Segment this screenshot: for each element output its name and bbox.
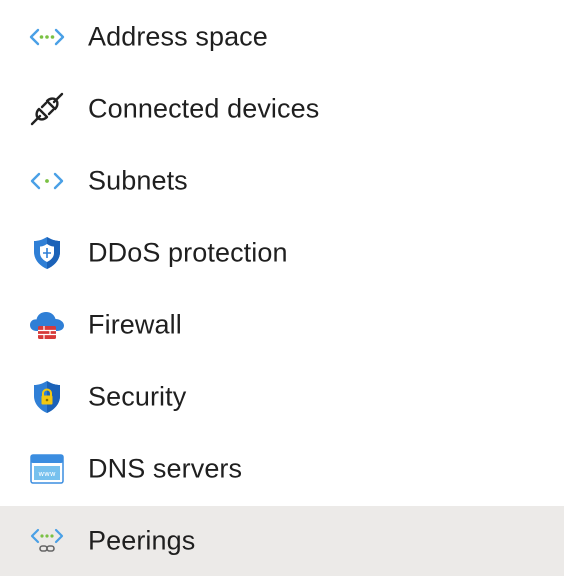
- ddos-shield-icon: [27, 233, 67, 273]
- menu-item-peerings[interactable]: Peerings: [0, 506, 564, 576]
- dns-servers-icon: www: [27, 449, 67, 489]
- menu-item-connected-devices[interactable]: Connected devices: [0, 74, 564, 144]
- security-shield-lock-icon: [27, 377, 67, 417]
- peerings-icon: [27, 521, 67, 561]
- plug-icon: [27, 89, 67, 129]
- menu-item-label: DNS servers: [88, 453, 243, 484]
- firewall-cloud-icon: [27, 305, 67, 345]
- menu-item-subnets[interactable]: Subnets: [0, 146, 564, 216]
- subnets-icon: [27, 161, 67, 201]
- menu-item-dns-servers[interactable]: www DNS servers: [0, 434, 564, 504]
- address-space-icon: [27, 17, 67, 57]
- menu-item-label: Subnets: [88, 165, 188, 196]
- menu-item-label: DDoS protection: [88, 237, 288, 268]
- menu-item-label: Firewall: [88, 309, 182, 340]
- www-glyph: www: [38, 470, 55, 478]
- menu-item-label: Peerings: [88, 525, 196, 556]
- menu-item-security[interactable]: Security: [0, 362, 564, 432]
- vnet-settings-menu: Address space Connected devices Subnets …: [0, 0, 572, 582]
- menu-item-ddos-protection[interactable]: DDoS protection: [0, 218, 564, 288]
- menu-item-address-space[interactable]: Address space: [0, 2, 564, 72]
- menu-item-label: Address space: [88, 21, 268, 52]
- menu-item-label: Connected devices: [88, 93, 320, 124]
- menu-item-label: Security: [88, 381, 187, 412]
- menu-item-firewall[interactable]: Firewall: [0, 290, 564, 360]
